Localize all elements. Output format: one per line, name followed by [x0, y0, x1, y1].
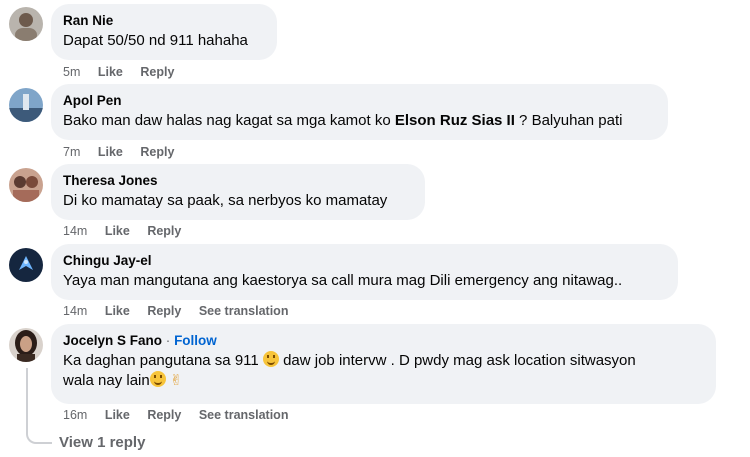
comment-text: Di ko mamatay sa paak, sa nerbyos ko mam…	[63, 192, 388, 209]
comment-text: Dapat 50/50 nd 911 hahaha	[63, 32, 248, 49]
separator: ·	[165, 333, 171, 348]
comment-text-part: wala nay lain	[63, 372, 150, 389]
comment-time[interactable]: 16m	[63, 408, 87, 422]
comment-author[interactable]: Ran Nie	[63, 12, 265, 29]
comment-time[interactable]: 14m	[63, 224, 87, 238]
comment-author[interactable]: Theresa Jones	[63, 172, 413, 189]
avatar[interactable]	[9, 88, 43, 122]
like-button[interactable]: Like	[98, 65, 123, 79]
view-replies-button[interactable]: View 1 reply	[59, 434, 145, 451]
reply-thread-line	[26, 368, 52, 444]
like-button[interactable]: Like	[105, 224, 130, 238]
follow-button[interactable]: Follow	[174, 333, 217, 348]
comment-bubble: Ran Nie Dapat 50/50 nd 911 hahaha	[51, 4, 277, 60]
see-translation-button[interactable]: See translation	[199, 304, 289, 318]
comment-author-line: Jocelyn S Fano · Follow	[63, 332, 704, 349]
comment-actions: 14m Like Reply	[63, 223, 195, 239]
comment-time[interactable]: 5m	[63, 65, 80, 79]
comment-actions: 16m Like Reply See translation	[63, 407, 302, 423]
comment-time[interactable]: 7m	[63, 145, 80, 159]
comment-actions: 5m Like Reply	[63, 64, 188, 80]
comment-text-part: Ka daghan pangutana sa 911	[63, 352, 263, 369]
see-translation-button[interactable]: See translation	[199, 408, 289, 422]
reply-button[interactable]: Reply	[147, 224, 181, 238]
mention-link[interactable]: Elson Ruz Sias II	[395, 112, 515, 129]
victory-hand-icon: ✌	[169, 372, 183, 389]
comment-bubble: Theresa Jones Di ko mamatay sa paak, sa …	[51, 164, 425, 220]
avatar[interactable]	[9, 248, 43, 282]
avatar[interactable]	[9, 168, 43, 202]
comment-actions: 14m Like Reply See translation	[63, 303, 302, 319]
avatar[interactable]	[9, 7, 43, 41]
grinning-face-icon	[262, 351, 279, 367]
reply-button[interactable]: Reply	[140, 145, 174, 159]
comment-text: Bako man daw halas nag kagat sa mga kamo…	[63, 111, 656, 131]
comment-author[interactable]: Chingu Jay-el	[63, 252, 666, 269]
like-button[interactable]: Like	[105, 304, 130, 318]
like-button[interactable]: Like	[98, 145, 123, 159]
comment-bubble: Jocelyn S Fano · Follow Ka daghan pangut…	[51, 324, 716, 404]
comment-bubble: Apol Pen Bako man daw halas nag kagat sa…	[51, 84, 668, 140]
comment-time[interactable]: 14m	[63, 304, 87, 318]
comment-text-part: Bako man daw halas nag kagat sa mga kamo…	[63, 112, 395, 129]
comment-author[interactable]: Jocelyn S Fano	[63, 333, 162, 348]
comment-text: Yaya man mangutana ang kaestorya sa call…	[63, 272, 623, 289]
like-button[interactable]: Like	[105, 408, 130, 422]
comment-text-part: ? Balyuhan pati	[514, 112, 623, 129]
grinning-face-icon	[149, 371, 166, 387]
reply-button[interactable]: Reply	[147, 408, 181, 422]
reply-button[interactable]: Reply	[147, 304, 181, 318]
reply-button[interactable]: Reply	[140, 65, 174, 79]
comment-author[interactable]: Apol Pen	[63, 92, 656, 109]
comment-text: Ka daghan pangutana sa 911 daw job inter…	[63, 351, 704, 391]
comment-actions: 7m Like Reply	[63, 144, 188, 160]
comment-text-part: daw job intervw . D pwdy mag ask locatio…	[278, 352, 636, 369]
avatar[interactable]	[9, 328, 43, 362]
comment-bubble: Chingu Jay-el Yaya man mangutana ang kae…	[51, 244, 678, 300]
